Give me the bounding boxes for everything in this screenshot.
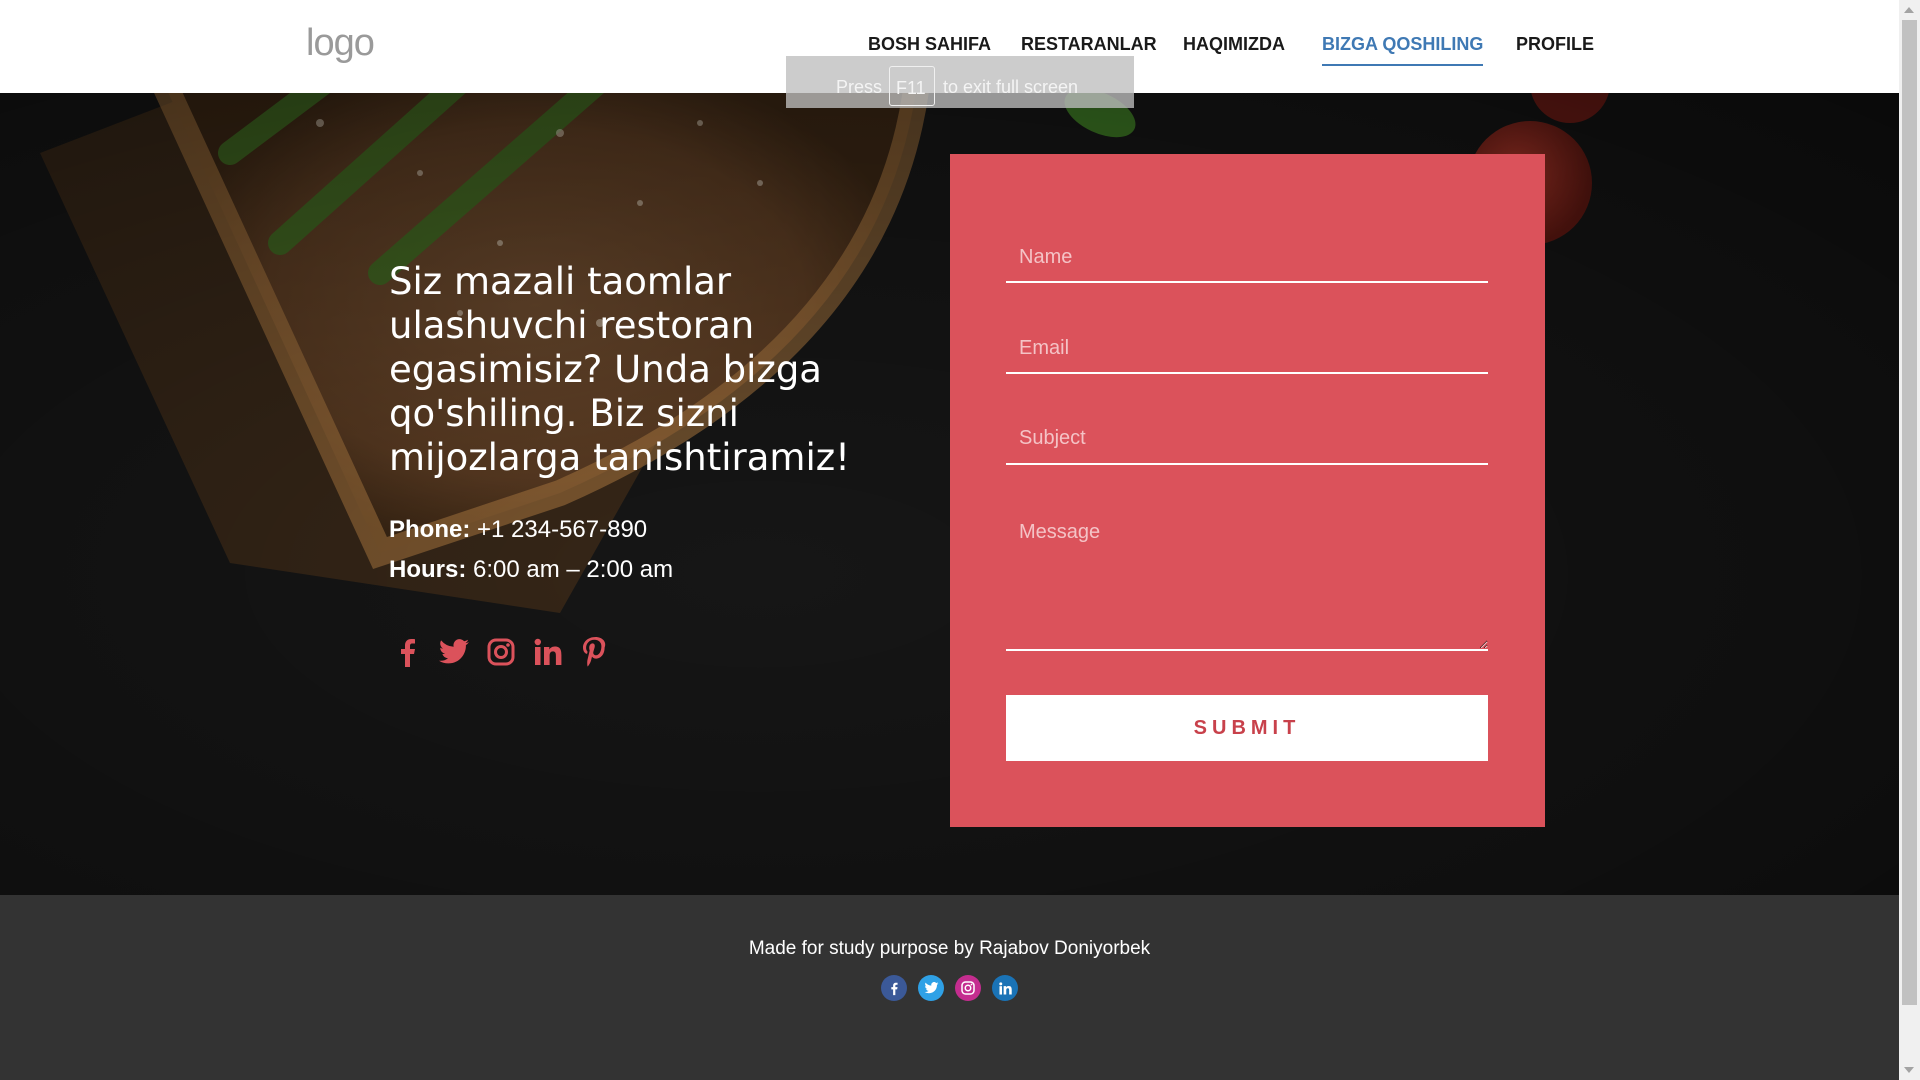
nav-link-haqimizda[interactable]: HAQIMIZDA <box>1183 34 1285 55</box>
facebook-icon[interactable] <box>881 975 907 1001</box>
logo[interactable]: logo <box>306 22 375 65</box>
name-field-wrapper <box>1006 234 1488 283</box>
name-input[interactable] <box>1006 234 1488 281</box>
subject-input[interactable] <box>1006 414 1488 463</box>
f11-key-label: F11 <box>896 78 926 98</box>
scrollbar-thumb[interactable] <box>1902 20 1917 1005</box>
hours-info: Hours: 6:00 am – 2:00 am <box>389 556 673 584</box>
nav-link-bosh-sahifa[interactable]: BOSH SAHIFA <box>868 34 991 55</box>
nav-link-profile[interactable]: PROFILE <box>1516 34 1594 55</box>
phone-label: Phone: <box>389 516 471 543</box>
linkedin-icon[interactable] <box>533 636 563 668</box>
active-nav-underline <box>1322 64 1484 66</box>
hero-headline: Siz mazali taomlar ulashuvchi restoran e… <box>389 260 850 479</box>
fullscreen-notice-exit: to exit full screen <box>943 77 1079 97</box>
footer-credit: Made for study purpose by Rajabov Doniyo… <box>748 938 1151 959</box>
footer-social-links <box>881 975 1029 1001</box>
email-input[interactable] <box>1006 324 1488 372</box>
linkedin-icon[interactable] <box>992 975 1018 1001</box>
pinterest-icon[interactable] <box>580 636 610 668</box>
page-scrollbar[interactable] <box>1899 0 1920 1080</box>
facebook-icon[interactable] <box>392 636 422 668</box>
scroll-down-arrow-icon[interactable] <box>1904 1067 1914 1073</box>
hero-social-links <box>392 636 627 668</box>
hero-section: Siz mazali taomlar ulashuvchi restoran e… <box>0 93 1899 895</box>
nav-link-bizga-qoshiling-label: BIZGA QOSHILING <box>1322 34 1484 54</box>
hours-label: Hours: <box>389 556 467 583</box>
twitter-icon[interactable] <box>439 636 469 668</box>
message-textarea[interactable] <box>1006 503 1488 649</box>
submit-button[interactable]: SUBMIT <box>1006 695 1488 761</box>
f11-key-badge: F11 <box>889 66 935 106</box>
email-field-wrapper <box>1006 324 1488 374</box>
message-field-wrapper <box>1006 503 1488 651</box>
twitter-icon[interactable] <box>918 975 944 1001</box>
join-form: SUBMIT <box>950 154 1545 827</box>
site-footer: Made for study purpose by Rajabov Doniyo… <box>0 895 1899 1080</box>
hours-value: 6:00 am – 2:00 am <box>473 556 674 583</box>
instagram-icon[interactable] <box>486 636 516 668</box>
fullscreen-notice: Press F11 to exit full screen <box>786 56 1134 108</box>
fullscreen-notice-press: Press <box>836 77 883 97</box>
phone-info: Phone: +1 234-567-890 <box>389 516 647 544</box>
subject-field-wrapper <box>1006 414 1488 465</box>
nav-link-bizga-qoshiling[interactable]: BIZGA QOSHILING <box>1322 34 1484 66</box>
nav-link-restaranlar[interactable]: RESTARANLAR <box>1021 34 1157 55</box>
instagram-icon[interactable] <box>955 975 981 1001</box>
scroll-up-arrow-icon[interactable] <box>1904 7 1914 13</box>
phone-value: +1 234-567-890 <box>477 516 648 543</box>
